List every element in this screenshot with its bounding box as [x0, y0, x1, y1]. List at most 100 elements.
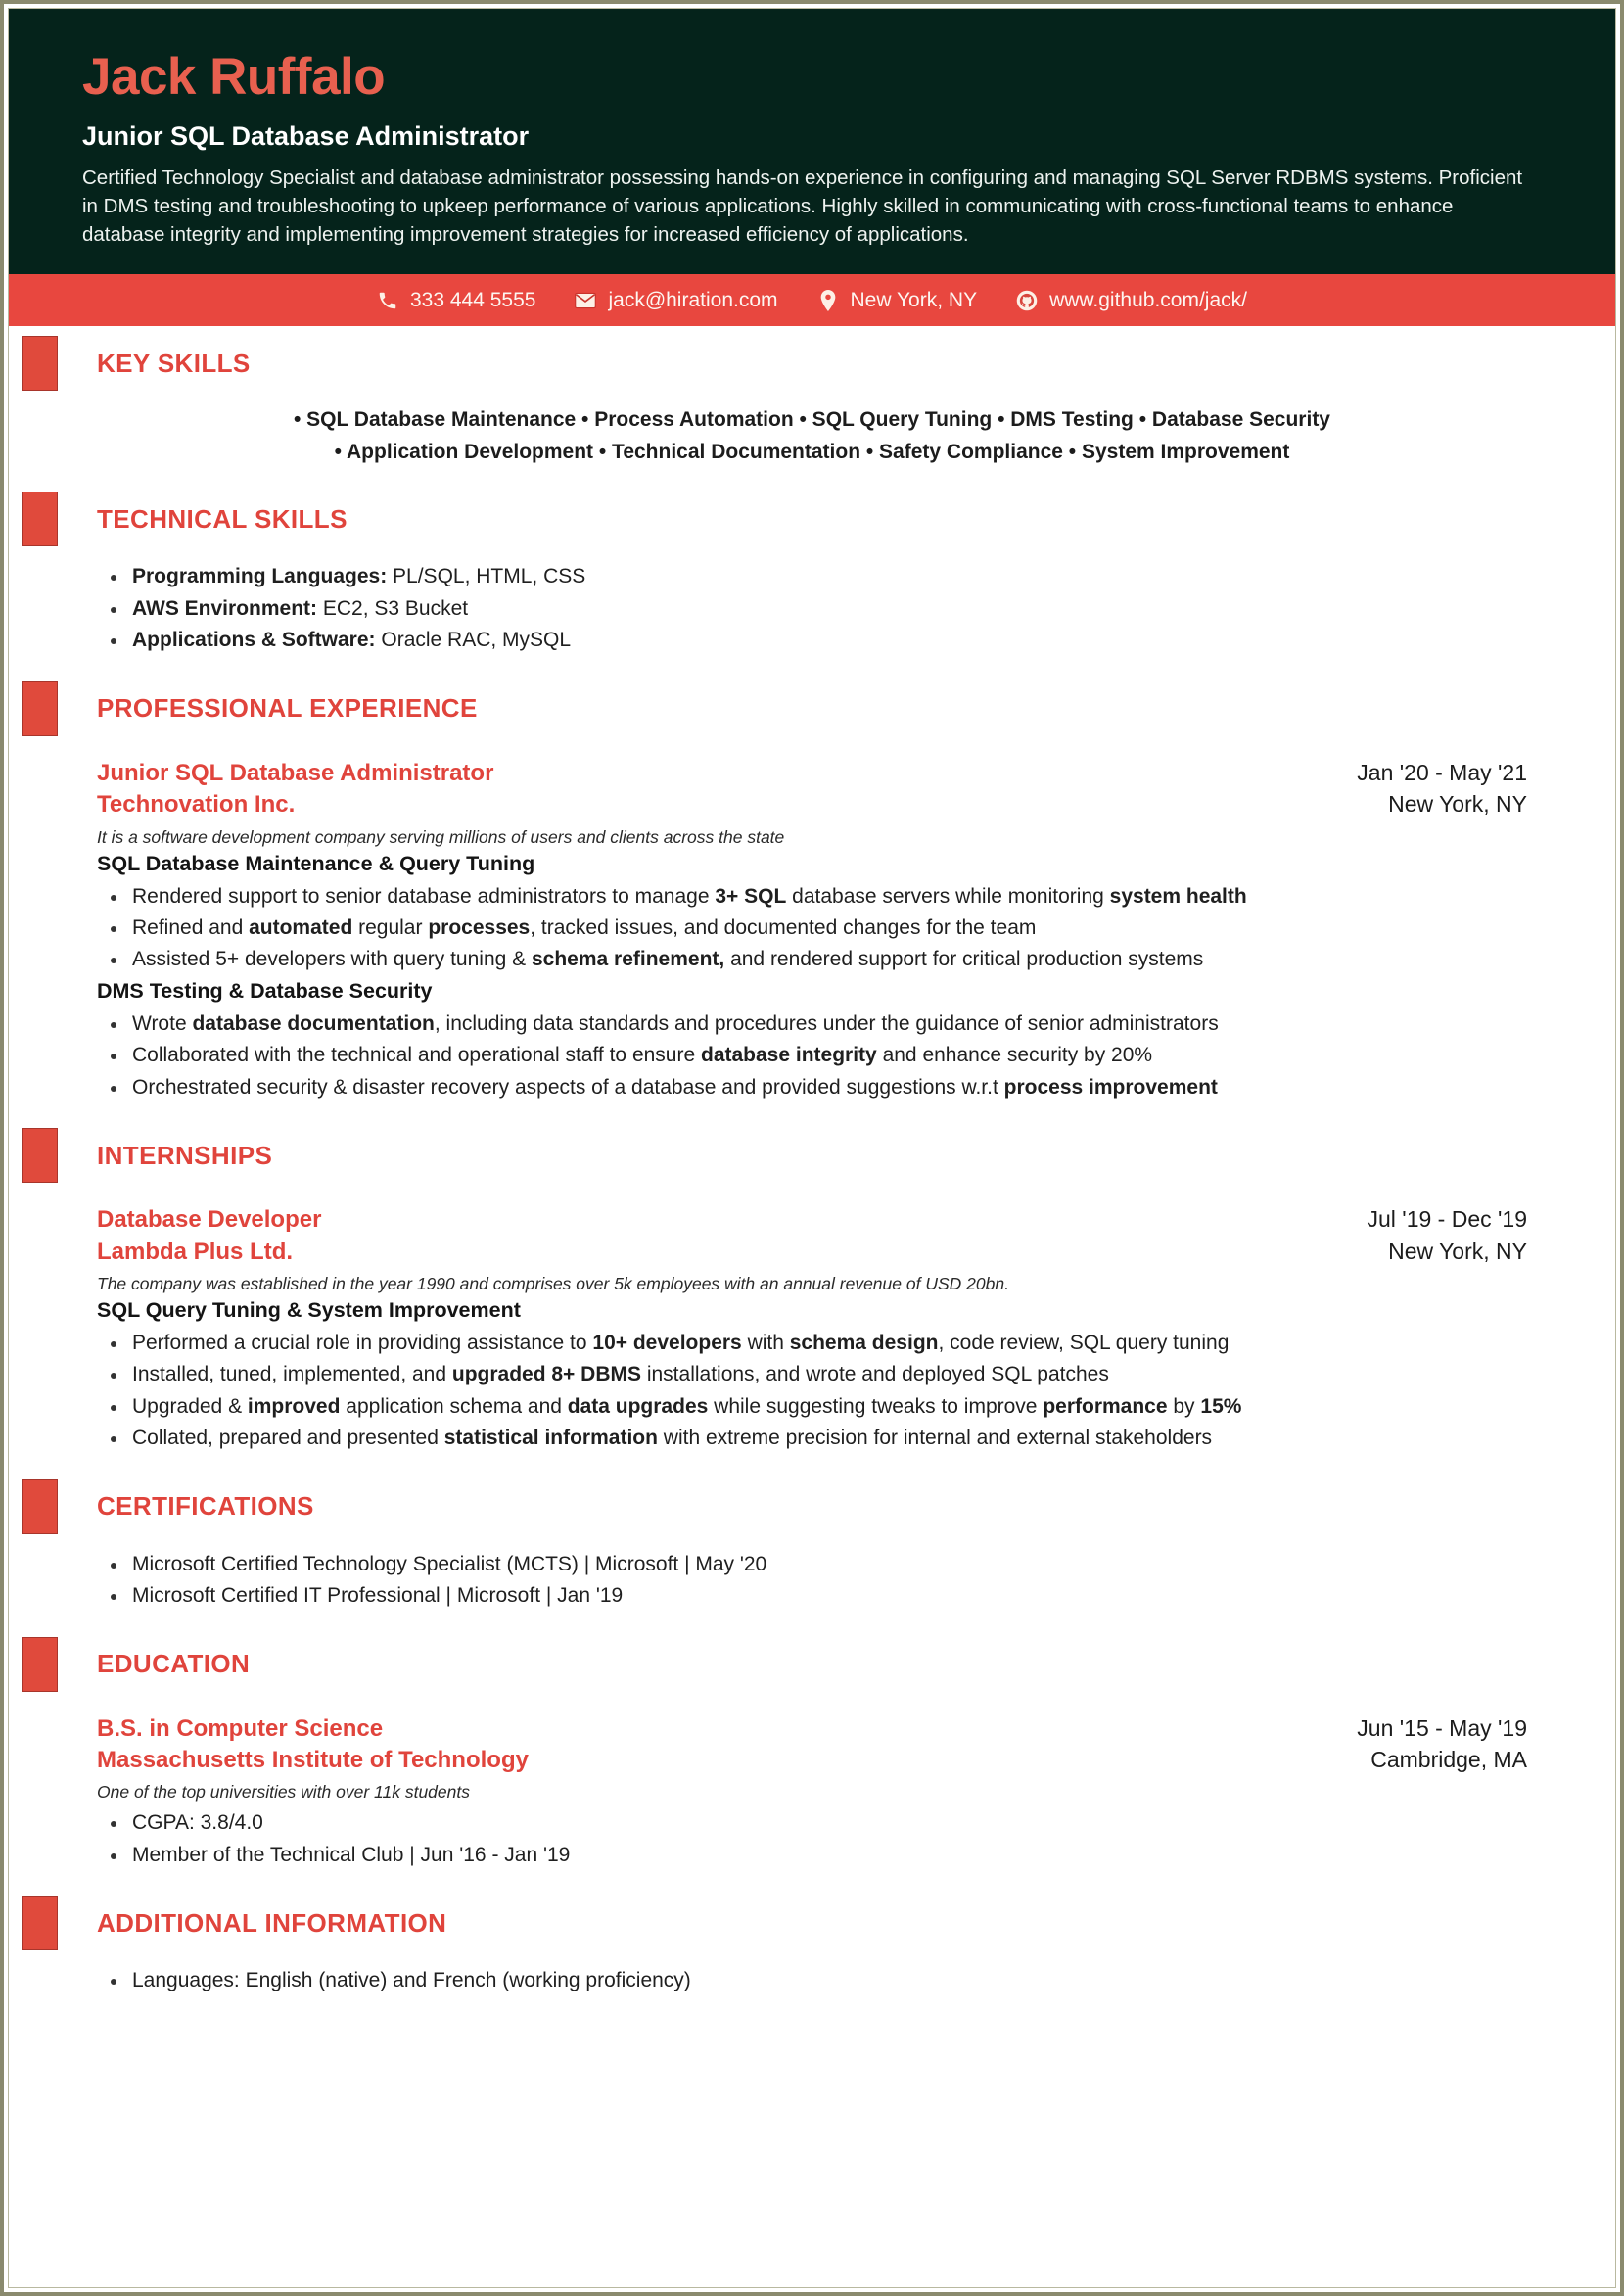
tech-skill-value: Oracle RAC, MySQL — [375, 629, 572, 652]
additional-information-list: Languages: English (native) and French (… — [97, 1966, 1527, 1995]
accent-block-icon — [22, 1478, 58, 1534]
accent-block-icon — [22, 1896, 58, 1951]
section-key-skills: KEY SKILLS • SQL Database Maintenance • … — [9, 326, 1615, 482]
section-heading-row: CERTIFICATIONS — [22, 1470, 1527, 1544]
internship-entry: Database Developer Jul '19 - Dec '19 Lam… — [97, 1204, 1527, 1454]
accent-block-icon — [22, 1636, 58, 1692]
internship-job-title: Database Developer — [97, 1206, 322, 1234]
section-title-key-skills: KEY SKILLS — [97, 348, 251, 378]
section-title-internships: INTERNSHIPS — [97, 1140, 273, 1170]
resume-body: KEY SKILLS • SQL Database Maintenance • … — [9, 326, 1615, 1995]
list-item: Programming Languages: PL/SQL, HTML, CSS — [97, 562, 1527, 591]
contact-location: New York, NY — [817, 288, 978, 312]
section-heading-row: INTERNSHIPS — [22, 1118, 1527, 1193]
list-item: Orchestrated security & disaster recover… — [97, 1073, 1527, 1102]
list-item: Applications & Software: Oracle RAC, MyS… — [97, 626, 1527, 655]
experience-bucket-heading: SQL Database Maintenance & Query Tuning — [97, 851, 535, 875]
tech-skill-label: Programming Languages: — [132, 565, 388, 588]
key-skills-content: • SQL Database Maintenance • Process Aut… — [97, 400, 1527, 482]
internship-dates: Jul '19 - Dec '19 — [1367, 1206, 1527, 1233]
resume-page: Jack Ruffalo Junior SQL Database Adminis… — [0, 0, 1624, 2296]
internship-company: Lambda Plus Ltd. — [97, 1238, 294, 1265]
certifications-list: Microsoft Certified Technology Specialis… — [97, 1550, 1527, 1612]
education-location: Cambridge, MA — [1370, 1746, 1527, 1772]
section-heading-row: KEY SKILLS — [22, 326, 1527, 400]
section-education: EDUCATION B.S. in Computer Science Jun '… — [9, 1627, 1615, 1887]
list-item: Assisted 5+ developers with query tuning… — [97, 945, 1527, 974]
section-title-education: EDUCATION — [97, 1649, 251, 1679]
experience-job-title: Junior SQL Database Administrator — [97, 759, 494, 786]
list-item: AWS Environment: EC2, S3 Bucket — [97, 594, 1527, 624]
resume-header: Jack Ruffalo Junior SQL Database Adminis… — [9, 9, 1615, 275]
experience-dates: Jan '20 - May '21 — [1357, 759, 1527, 785]
list-item: CGPA: 3.8/4.0 — [97, 1808, 1527, 1838]
contact-phone-value: 333 444 5555 — [410, 288, 536, 311]
contact-github[interactable]: www.github.com/jack/ — [1016, 289, 1247, 312]
education-dates: Jun '15 - May '19 — [1357, 1714, 1527, 1741]
section-title-additional-information: ADDITIONAL INFORMATION — [97, 1907, 447, 1938]
section-additional-information: ADDITIONAL INFORMATION Languages: Englis… — [9, 1886, 1615, 1995]
accent-block-icon — [22, 680, 58, 736]
contact-email[interactable]: jack@hiration.com — [575, 288, 778, 312]
experience-company: Technovation Inc. — [97, 791, 296, 819]
list-item: Microsoft Certified Technology Specialis… — [97, 1550, 1527, 1579]
list-item: Refined and automated regular processes,… — [97, 914, 1527, 943]
section-professional-experience: PROFESSIONAL EXPERIENCE Junior SQL Datab… — [9, 672, 1615, 1118]
list-item: Wrote database documentation, including … — [97, 1009, 1527, 1039]
tech-skill-label: AWS Environment: — [132, 596, 318, 620]
experience-bucket-list: Rendered support to senior database admi… — [97, 882, 1527, 975]
contact-location-value: New York, NY — [850, 288, 978, 311]
section-title-certifications: CERTIFICATIONS — [97, 1491, 314, 1522]
internship-bucket-list: Performed a crucial role in providing as… — [97, 1329, 1527, 1454]
key-skills-line-2: • Application Development • Technical Do… — [334, 440, 1290, 463]
internship-description: The company was established in the year … — [97, 1273, 1009, 1293]
section-title-professional-experience: PROFESSIONAL EXPERIENCE — [97, 693, 478, 724]
list-item: Languages: English (native) and French (… — [97, 1966, 1527, 1995]
phone-icon — [377, 290, 398, 311]
tech-skill-value: PL/SQL, HTML, CSS — [387, 565, 586, 588]
experience-location: New York, NY — [1388, 791, 1527, 818]
section-heading-row: PROFESSIONAL EXPERIENCE — [22, 672, 1527, 746]
section-internships: INTERNSHIPS Database Developer Jul '19 -… — [9, 1118, 1615, 1470]
section-heading-row: ADDITIONAL INFORMATION — [22, 1886, 1527, 1960]
list-item: Collated, prepared and presented statist… — [97, 1424, 1527, 1453]
experience-bucket-list: Wrote database documentation, including … — [97, 1009, 1527, 1102]
section-technical-skills: TECHNICAL SKILLS Programming Languages: … — [9, 482, 1615, 671]
contact-email-value: jack@hiration.com — [608, 288, 778, 311]
tech-skill-label: Applications & Software: — [132, 629, 376, 652]
internship-location: New York, NY — [1388, 1238, 1527, 1264]
experience-title-row: Junior SQL Database Administrator Jan '2… — [97, 758, 1527, 789]
experience-entry: Junior SQL Database Administrator Jan '2… — [97, 758, 1527, 1102]
experience-description: It is a software development company ser… — [97, 826, 785, 847]
technical-skills-list: Programming Languages: PL/SQL, HTML, CSS… — [97, 562, 1527, 655]
internship-org-row: Lambda Plus Ltd. New York, NY — [97, 1237, 1527, 1268]
key-skills-line-1: • SQL Database Maintenance • Process Aut… — [293, 408, 1330, 432]
location-pin-icon — [817, 289, 839, 311]
candidate-name: Jack Ruffalo — [82, 48, 386, 106]
list-item: Member of the Technical Club | Jun '16 -… — [97, 1841, 1527, 1870]
section-heading-row: TECHNICAL SKILLS — [22, 482, 1527, 556]
education-degree-row: B.S. in Computer Science Jun '15 - May '… — [97, 1713, 1527, 1745]
list-item: Upgraded & improved application schema a… — [97, 1392, 1527, 1422]
contact-bar: 333 444 5555 jack@hiration.com New York,… — [9, 274, 1615, 327]
contact-github-value: www.github.com/jack/ — [1049, 288, 1247, 311]
education-degree: B.S. in Computer Science — [97, 1714, 384, 1742]
education-list: CGPA: 3.8/4.0 Member of the Technical Cl… — [97, 1808, 1527, 1870]
education-school-row: Massachusetts Institute of Technology Ca… — [97, 1745, 1527, 1776]
accent-block-icon — [22, 492, 58, 547]
email-icon — [575, 290, 597, 311]
list-item: Installed, tuned, implemented, and upgra… — [97, 1360, 1527, 1389]
experience-bucket-heading: DMS Testing & Database Security — [97, 978, 433, 1003]
education-school: Massachusetts Institute of Technology — [97, 1746, 529, 1773]
list-item: Performed a crucial role in providing as… — [97, 1329, 1527, 1358]
contact-phone[interactable]: 333 444 5555 — [377, 289, 535, 312]
candidate-designation: Junior SQL Database Administrator — [82, 120, 530, 151]
resume-sheet: Jack Ruffalo Junior SQL Database Adminis… — [8, 8, 1616, 2288]
github-icon — [1016, 290, 1038, 311]
experience-org-row: Technovation Inc. New York, NY — [97, 789, 1527, 820]
education-entry: B.S. in Computer Science Jun '15 - May '… — [97, 1713, 1527, 1871]
section-certifications: CERTIFICATIONS Microsoft Certified Techn… — [9, 1470, 1615, 1627]
candidate-summary: Certified Technology Specialist and data… — [82, 166, 1523, 247]
accent-block-icon — [22, 336, 58, 392]
section-heading-row: EDUCATION — [22, 1627, 1527, 1702]
